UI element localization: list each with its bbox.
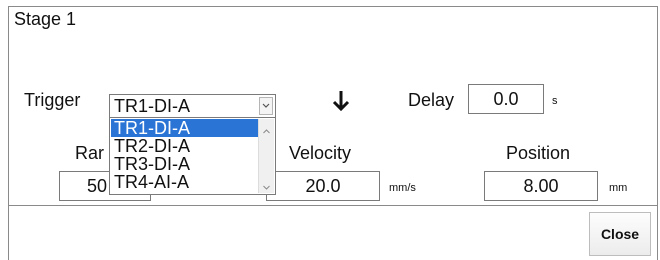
trigger-label: Trigger	[24, 90, 81, 110]
chevron-up-icon[interactable]	[262, 123, 271, 134]
velocity-input[interactable]: 20.0	[266, 171, 380, 201]
trigger-dropdown-list[interactable]: TR1-DI-A TR2-DI-A TR3-DI-A TR4-AI-A	[109, 117, 276, 195]
delay-unit: s	[552, 95, 558, 107]
trigger-selected-value: TR1-DI-A	[114, 96, 190, 116]
close-button[interactable]: Close	[589, 212, 651, 256]
down-arrow-icon	[328, 88, 354, 114]
dialog-footer	[8, 205, 658, 260]
dropdown-scrollbar[interactable]	[258, 119, 274, 193]
ramp-label: Rar	[75, 143, 105, 163]
dropdown-option-tr2[interactable]: TR2-DI-A	[111, 137, 258, 155]
stage-title: Stage 1	[14, 9, 77, 29]
position-input[interactable]: 8.00	[484, 171, 598, 201]
stage-dialog: Stage 1 Trigger TR1-DI-A Delay 0.0 s Rar…	[0, 0, 660, 260]
position-unit: mm	[609, 182, 628, 194]
delay-input[interactable]: 0.0	[468, 84, 544, 114]
chevron-down-icon[interactable]	[262, 179, 271, 190]
dropdown-option-tr3[interactable]: TR3-DI-A	[111, 155, 258, 173]
velocity-label: Velocity	[289, 143, 352, 163]
trigger-select[interactable]: TR1-DI-A	[109, 94, 276, 118]
delay-label: Delay	[408, 90, 455, 110]
dropdown-option-tr4[interactable]: TR4-AI-A	[111, 173, 258, 191]
velocity-unit: mm/s	[389, 182, 416, 194]
dropdown-option-tr1[interactable]: TR1-DI-A	[111, 119, 258, 137]
position-label: Position	[506, 143, 571, 163]
chevron-down-icon[interactable]	[259, 97, 273, 115]
